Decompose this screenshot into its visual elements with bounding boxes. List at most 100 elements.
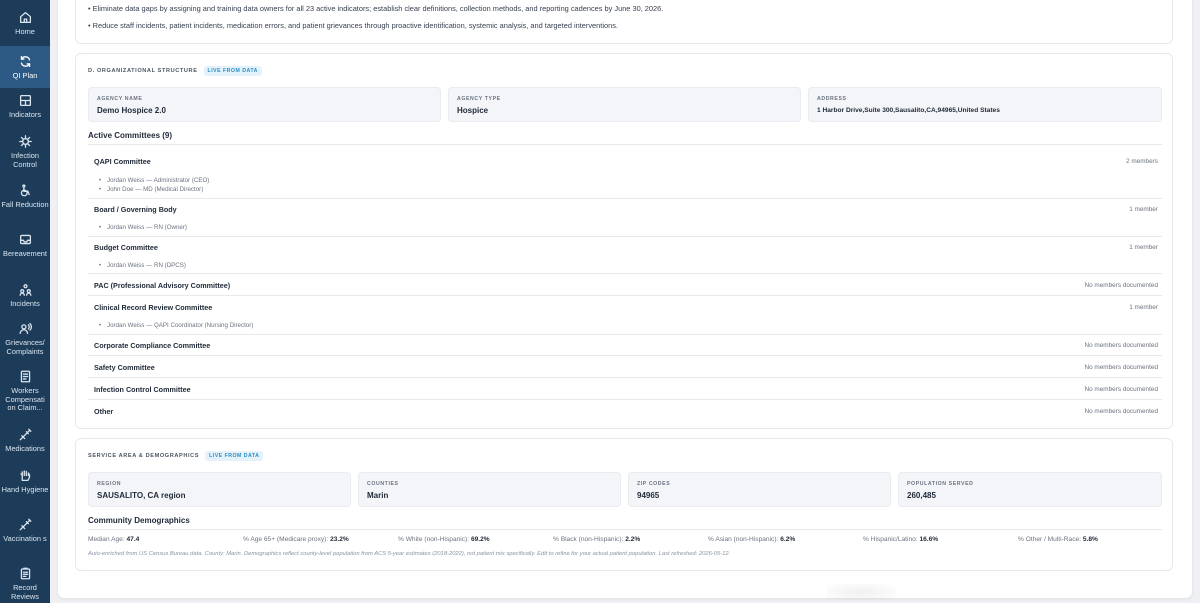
- home-icon: [18, 10, 32, 24]
- field-label: POPULATION SERVED: [907, 481, 974, 487]
- committee-member-count: No members documented: [1084, 282, 1158, 289]
- demographic-stat: % Asian (non-Hispanic): 6.2%: [708, 536, 796, 543]
- section-title: SERVICE AREA & DEMOGRAPHICS: [88, 453, 200, 459]
- agency-name-field: AGENCY NAME Demo Hospice 2.0: [88, 87, 441, 122]
- region-field: REGION SAUSALITO, CA region: [88, 472, 351, 507]
- sidebar-item-medications[interactable]: Medications: [0, 427, 50, 455]
- clipboard-icon: [18, 566, 32, 580]
- field-value: Marin: [367, 491, 389, 500]
- people-icon: [18, 282, 32, 296]
- live-badge: LIVE FROM DATA: [203, 66, 262, 76]
- committee-member: Jordan Weiss — RN (DPCS): [99, 262, 186, 269]
- agency-type-field: AGENCY TYPE Hospice: [448, 87, 801, 122]
- sidebar-item-label: Vaccination s: [3, 534, 47, 543]
- committee-member: Jordan Weiss — RN (Owner): [99, 224, 187, 231]
- committee-member-count: 1 member: [1129, 206, 1158, 213]
- committee-member-count: 1 member: [1129, 244, 1158, 251]
- divider: [88, 273, 1162, 274]
- demographic-stat: % Age 65+ (Medicare proxy): 23.2%: [243, 536, 349, 543]
- sidebar-item-home[interactable]: Home: [0, 10, 50, 44]
- field-value: 94965: [637, 491, 660, 500]
- section-header: SERVICE AREA & DEMOGRAPHICS LIVE FROM DA…: [88, 451, 264, 461]
- committees-heading: Active Committees (9): [88, 131, 173, 140]
- divider: [88, 334, 1162, 335]
- sidebar-item-indicators[interactable]: Indicators: [0, 93, 50, 127]
- demographics-heading: Community Demographics: [88, 516, 190, 525]
- field-label: ZIP CODES: [637, 481, 671, 487]
- sidebar-item-label: Record Reviews: [11, 583, 39, 601]
- demographic-stat: % Other / Multi-Race: 5.8%: [1018, 536, 1098, 543]
- committee-name: QAPI Committee: [94, 157, 151, 166]
- committee-name: Infection Control Committee: [94, 385, 191, 394]
- inbox-icon: [18, 232, 32, 246]
- demographic-stat: % Black (non-Hispanic): 2.2%: [553, 536, 641, 543]
- section-header: D. ORGANIZATIONAL STRUCTURE LIVE FROM DA…: [88, 66, 262, 76]
- field-label: AGENCY TYPE: [457, 96, 501, 102]
- zip-codes-field: ZIP CODES 94965: [628, 472, 891, 507]
- divider: [88, 198, 1162, 199]
- goal-text: • Reduce staff incidents, patient incide…: [88, 21, 618, 30]
- field-value: 260,485: [907, 491, 936, 500]
- sidebar-item-label: Home: [15, 27, 35, 36]
- sidebar-item-hand-hygiene[interactable]: Hand Hygiene: [0, 468, 50, 508]
- field-value: Hospice: [457, 106, 489, 115]
- sidebar-item-label: Infection Control: [11, 151, 39, 169]
- sidebar: Home QI Plan Indicators Infection Contro…: [0, 0, 50, 603]
- field-label: COUNTIES: [367, 481, 399, 487]
- committee-member: Jordan Weiss — QAPI Coordinator (Nursing…: [99, 322, 253, 329]
- sidebar-item-label: Hand Hygiene: [1, 485, 49, 494]
- counties-field: COUNTIES Marin: [358, 472, 621, 507]
- committee-name: Clinical Record Review Committee: [94, 303, 213, 312]
- speaking-icon: [18, 321, 32, 335]
- committee-name: Safety Committee: [94, 363, 155, 372]
- wheelchair-icon: [18, 183, 32, 197]
- virus-icon: [18, 134, 32, 148]
- sidebar-item-fall-reduction[interactable]: Fall Reduction: [0, 183, 50, 223]
- sidebar-item-bereavement[interactable]: Bereavement: [0, 232, 50, 272]
- divider: [88, 529, 1162, 530]
- main-content: • Eliminate data gaps by assigning and t…: [58, 0, 1192, 600]
- committee-name: Other: [94, 407, 114, 416]
- sidebar-item-label: Fall Reduction: [1, 200, 49, 209]
- field-label: ADDRESS: [817, 96, 847, 102]
- divider: [88, 355, 1162, 356]
- population-field: POPULATION SERVED 260,485: [898, 472, 1162, 507]
- divider: [88, 377, 1162, 378]
- live-badge: LIVE FROM DATA: [205, 451, 264, 461]
- field-value: 1 Harbor Drive,Suite 300,Sausalito,CA,94…: [817, 107, 1000, 114]
- committee-member: Jordan Weiss — Administrator (CEO): [99, 177, 209, 184]
- divider: [88, 295, 1162, 296]
- committee-member-count: No members documented: [1084, 408, 1158, 415]
- sidebar-item-grievances[interactable]: Grievances/ Complaints: [0, 321, 50, 361]
- committee-name: Budget Committee: [94, 243, 158, 252]
- field-label: REGION: [97, 481, 122, 487]
- committee-name: Corporate Compliance Committee: [94, 341, 211, 350]
- syringe-icon: [18, 517, 32, 531]
- divider: [88, 399, 1162, 400]
- chart-icon: [18, 93, 32, 107]
- sidebar-item-infection-control[interactable]: Infection Control: [0, 134, 50, 174]
- sidebar-item-label: Medications: [5, 444, 45, 453]
- sidebar-item-label: Bereavement: [3, 249, 47, 258]
- sidebar-item-label: QI Plan: [12, 71, 38, 80]
- demographic-stat: % Hispanic/Latino: 16.6%: [863, 536, 939, 543]
- sidebar-item-vaccinations[interactable]: Vaccination s: [0, 517, 50, 557]
- committee-member-count: No members documented: [1084, 386, 1158, 393]
- sidebar-item-label: Workers Compensati on Claim...: [5, 386, 45, 413]
- sidebar-item-qi-plan[interactable]: QI Plan: [0, 46, 50, 88]
- committee-member-count: No members documented: [1084, 364, 1158, 371]
- field-value: SAUSALITO, CA region: [97, 491, 186, 500]
- divider: [88, 144, 1162, 145]
- data-source-note: Auto-enriched from US Census Bureau data…: [88, 551, 731, 557]
- section-title: D. ORGANIZATIONAL STRUCTURE: [88, 68, 198, 74]
- field-value: Demo Hospice 2.0: [97, 106, 166, 115]
- refresh-icon: [18, 54, 32, 68]
- sidebar-item-workers-compensation[interactable]: Workers Compensati on Claim...: [0, 369, 50, 419]
- address-field: ADDRESS 1 Harbor Drive,Suite 300,Sausali…: [808, 87, 1162, 122]
- sidebar-item-label: Grievances/ Complaints: [5, 338, 45, 356]
- sidebar-item-incidents[interactable]: Incidents: [0, 282, 50, 316]
- org-structure-card: D. ORGANIZATIONAL STRUCTURE LIVE FROM DA…: [75, 53, 1173, 429]
- goal-text: • Eliminate data gaps by assigning and t…: [88, 4, 664, 13]
- committee-member-count: No members documented: [1084, 342, 1158, 349]
- sidebar-item-record-reviews[interactable]: Record Reviews: [0, 566, 50, 603]
